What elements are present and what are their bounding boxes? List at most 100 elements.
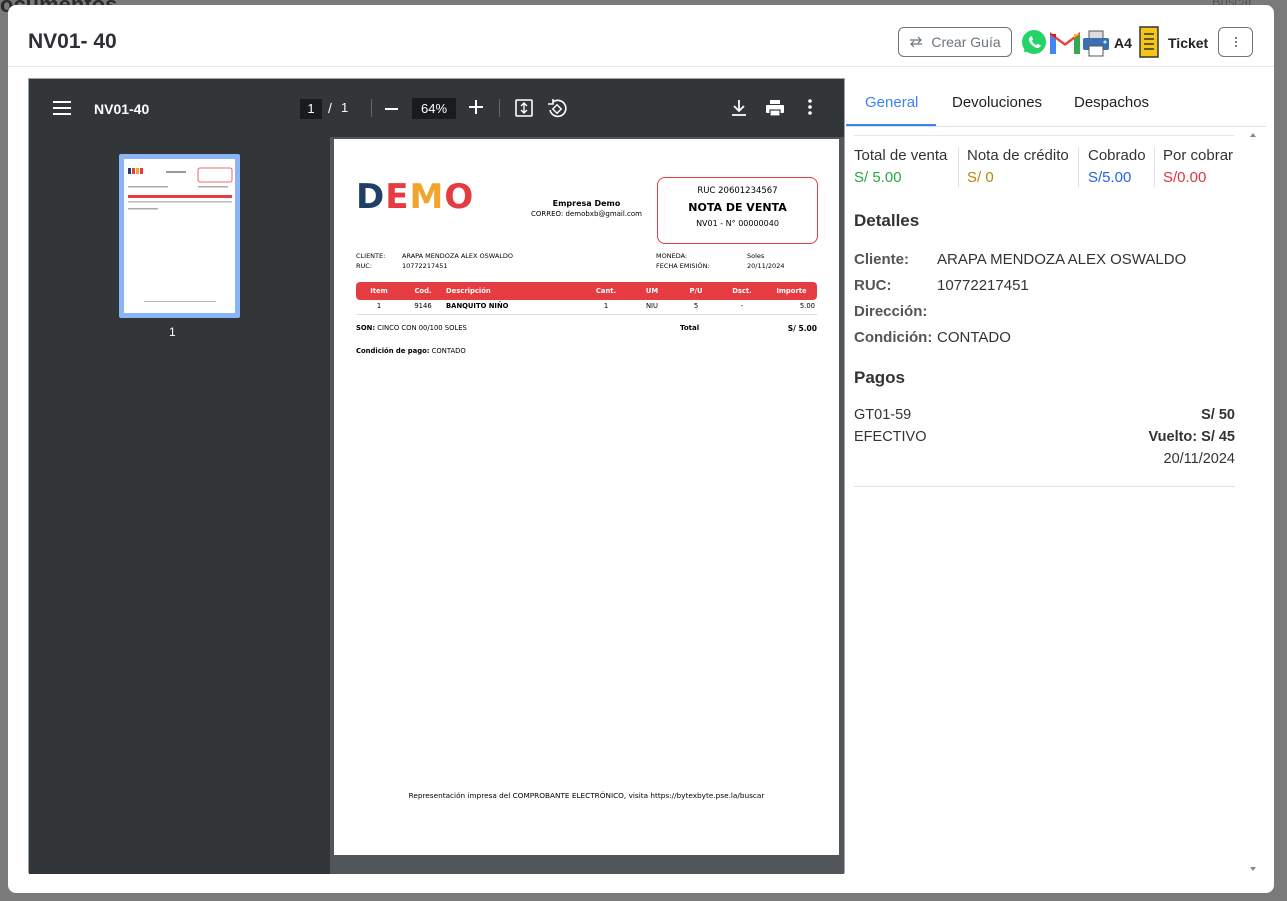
modal-title: NV01- 40 — [28, 30, 117, 53]
column-header: Importe — [776, 287, 807, 295]
issue-date-value: 20/11/2024 — [747, 262, 785, 270]
print-icon[interactable] — [765, 99, 785, 117]
active-tab-indicator — [846, 124, 936, 126]
document-number: NV01 - N° 00000040 — [696, 219, 779, 228]
menu-icon[interactable] — [53, 101, 71, 115]
cell-unit: NIU — [630, 300, 674, 315]
payment-method: EFECTIVO — [854, 429, 927, 445]
create-guide-label: Crear Guía — [931, 34, 1001, 50]
table-row: 1 9146 BANQUITO NIÑO 1 NIU 5 - 5.00 — [356, 300, 817, 315]
pdf-toolbar: NV01-40 1 / 1 64% — [29, 79, 844, 137]
client-name: ARAPA MENDOZA ALEX OSWALDO — [402, 252, 514, 260]
more-options-button[interactable] — [1218, 27, 1253, 57]
general-panel: Total de venta S/ 5.00 Nota de crédito S… — [846, 129, 1264, 873]
dot — [1234, 41, 1237, 43]
summary-collected: Cobrado S/5.00 — [1088, 147, 1146, 186]
detail-client-value: ARAPA MENDOZA ALEX OSWALDO — [937, 251, 1187, 268]
download-icon[interactable] — [731, 99, 747, 117]
column-header: P/U — [689, 287, 703, 295]
document-type: NOTA DE VENTA — [688, 201, 787, 214]
detail-ruc-value: 10772217451 — [937, 277, 1029, 294]
payments-heading: Pagos — [854, 368, 906, 387]
a4-label[interactable]: A4 — [1114, 35, 1132, 51]
thumbnail-preview-icon — [128, 167, 233, 302]
payment-series: GT01-59 — [854, 407, 912, 423]
tab-despachos[interactable]: Despachos — [1074, 94, 1149, 111]
column-header: Item — [370, 287, 388, 295]
summary-label: Total de venta — [854, 147, 948, 164]
column-header: Dsct. — [732, 287, 752, 295]
payment-condition-value: CONTADO — [431, 347, 466, 355]
page-separator: / — [328, 100, 332, 116]
whatsapp-icon[interactable] — [1021, 29, 1047, 55]
scroll-up-icon[interactable] — [1250, 133, 1256, 137]
company-name: Empresa Demo — [552, 199, 621, 208]
details-heading: Detalles — [854, 211, 920, 230]
tab-devoluciones[interactable]: Devoluciones — [952, 94, 1042, 111]
page-thumbnail[interactable] — [119, 154, 240, 318]
ticket-label[interactable]: Ticket — [1168, 35, 1208, 51]
pdf-thumbnail-sidebar: 1 — [29, 137, 330, 874]
rotate-icon[interactable] — [547, 98, 567, 118]
document-footer: Representación impresa del COMPROBANTE E… — [408, 791, 765, 800]
pdf-file-name: NV01-40 — [94, 101, 150, 117]
detail-address-label: Dirección: — [854, 303, 928, 320]
column-header: Cod. — [414, 287, 432, 295]
printer-icon[interactable] — [1081, 28, 1111, 58]
currency-label: MONEDA: — [656, 252, 688, 260]
pdf-page-area: DEMO Empresa Demo CORREO: demobxb@gmail.… — [330, 137, 844, 874]
cell-description: BANQUITO NIÑO — [444, 300, 582, 315]
pdf-page: DEMO Empresa Demo CORREO: demobxb@gmail.… — [334, 139, 839, 855]
payment-amount: S/ 50 — [1201, 407, 1235, 423]
summary-receivable: Por cobrar S/0.00 — [1163, 147, 1233, 186]
cell-discount: - — [718, 300, 766, 315]
logo-letter: M — [409, 177, 445, 217]
summary-label: Por cobrar — [1163, 147, 1234, 164]
items-table: Item Cod. Descripción Cant. UM P/U Dsct.… — [356, 282, 817, 315]
more-vert-icon[interactable] — [808, 99, 812, 115]
amount-in-words-value: CINCO CON 00/100 SOLES — [377, 324, 467, 332]
currency-value: Soles — [747, 252, 765, 260]
detail-ruc-label: RUC: — [854, 277, 892, 294]
logo-letter: O — [444, 177, 475, 217]
sale-detail-modal: NV01- 40 Crear Guía A4 Ticket NV01-40 1 … — [8, 5, 1274, 893]
page-total: 1 — [341, 100, 349, 115]
client-ruc: 10772217451 — [402, 262, 448, 270]
summary-value: S/ 5.00 — [854, 169, 902, 186]
payments-divider — [854, 486, 1235, 487]
company-email: CORREO: demobxb@gmail.com — [530, 210, 642, 218]
tab-general[interactable]: General — [865, 94, 918, 111]
column-header: Cant. — [595, 287, 617, 295]
summary-divider — [1154, 147, 1155, 187]
panel-divider — [854, 135, 1234, 136]
logo-letter: E — [385, 177, 410, 217]
fit-page-icon[interactable] — [515, 99, 533, 117]
company-logo: DEMO — [356, 177, 474, 217]
payment-date: 20/11/2024 — [1163, 451, 1236, 467]
zoom-out-icon[interactable] — [385, 108, 398, 110]
logo-letter: D — [356, 177, 386, 217]
cell-item: 1 — [356, 300, 402, 315]
summary-label: Cobrado — [1088, 147, 1146, 164]
payment-condition-label: Condición de pago: — [356, 347, 430, 355]
create-guide-button[interactable]: Crear Guía — [898, 27, 1012, 57]
total-label: Total — [680, 324, 700, 332]
summary-credit-note: Nota de crédito S/ 0 — [967, 147, 1069, 186]
zoom-in-icon[interactable] — [469, 100, 483, 114]
scroll-down-icon[interactable] — [1250, 867, 1256, 871]
dot — [1234, 37, 1237, 39]
total-value: S/ 5.00 — [787, 324, 817, 333]
gmail-icon[interactable] — [1050, 32, 1080, 54]
dot — [1234, 45, 1237, 47]
summary-divider — [958, 147, 959, 187]
client-label: CLIENTE: — [356, 252, 386, 260]
ticket-icon[interactable] — [1138, 26, 1160, 58]
issue-date-label: FECHA EMISIÓN: — [656, 262, 710, 270]
page-number-input[interactable]: 1 — [300, 99, 322, 119]
summary-value: S/5.00 — [1088, 169, 1132, 186]
swap-icon — [910, 36, 923, 48]
zoom-input[interactable]: 64% — [412, 98, 456, 119]
table-header-row: Item Cod. Descripción Cant. UM P/U Dsct.… — [356, 282, 817, 300]
thumbnail-page-number: 1 — [169, 325, 176, 339]
amount-in-words-label: SON: — [356, 324, 376, 332]
